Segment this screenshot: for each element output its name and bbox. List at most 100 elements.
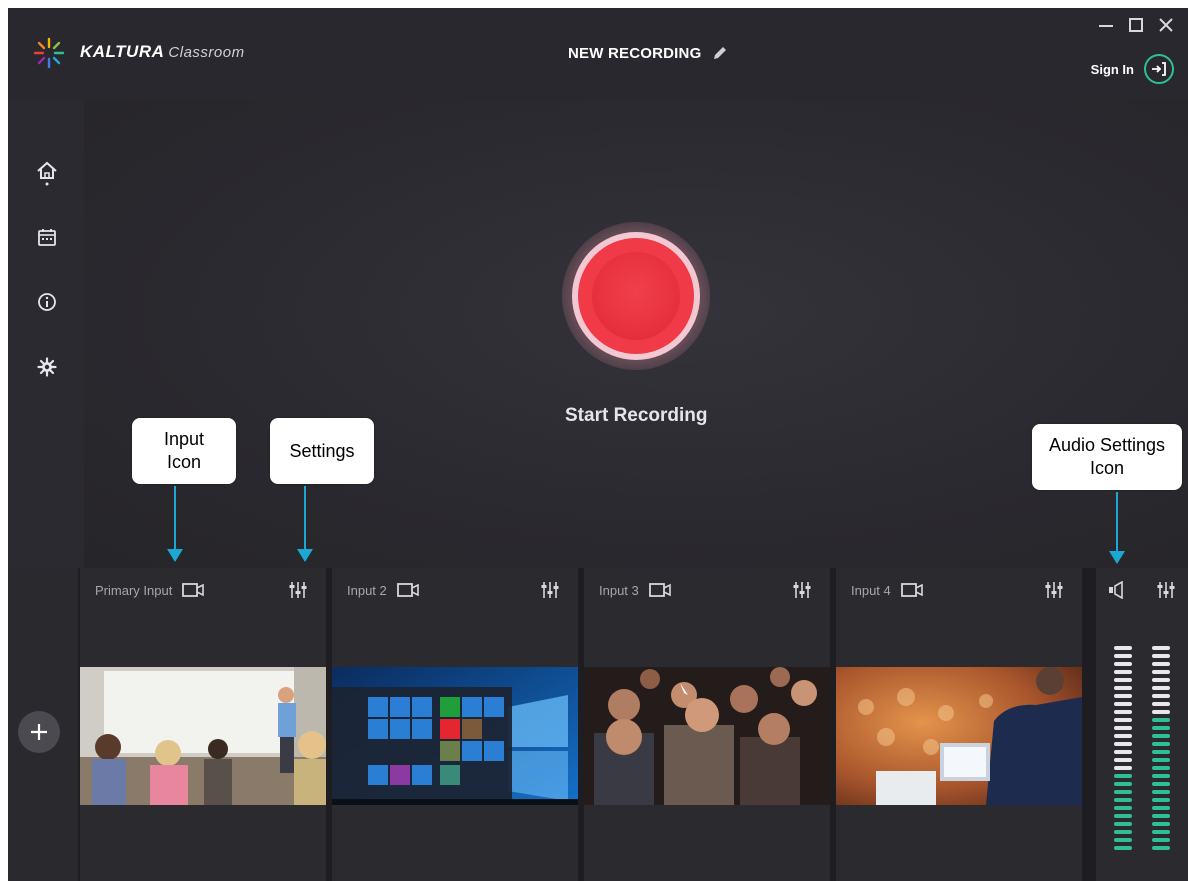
kaltura-classroom-window: KALTURAClassroom NEW RECORDING Sign In — [8, 8, 1188, 881]
meter-segment — [1152, 790, 1170, 794]
meter-segment — [1152, 742, 1170, 746]
meter-segment — [1152, 654, 1170, 658]
input-label: Input 2 — [347, 582, 387, 598]
video-camera-icon[interactable] — [900, 583, 923, 597]
maximize-icon[interactable] — [1128, 16, 1144, 34]
sidebar — [8, 100, 84, 570]
callout-settings: Settings — [270, 418, 374, 484]
meter-segment — [1114, 734, 1132, 738]
close-icon[interactable] — [1158, 16, 1174, 34]
start-recording-button[interactable] — [562, 222, 710, 370]
audience-preview-thumbnail — [584, 667, 830, 805]
meter-segment — [1114, 790, 1132, 794]
sidebar-item-settings[interactable] — [34, 354, 60, 380]
classroom-preview-thumbnail — [80, 667, 326, 805]
callout-audio-settings-text: Audio Settings Icon — [1048, 435, 1166, 478]
meter-segment — [1114, 774, 1132, 778]
meter-segment — [1114, 806, 1132, 810]
meter-segment — [1152, 806, 1170, 810]
meter-segment — [1114, 846, 1132, 850]
conference-preview-thumbnail — [836, 667, 1082, 805]
kaltura-logo-icon — [33, 37, 65, 69]
meter-segment — [1114, 782, 1132, 786]
add-input-button[interactable] — [18, 711, 60, 753]
input-label: Input 3 — [599, 582, 639, 598]
info-icon — [38, 293, 56, 311]
record-center — [592, 252, 680, 340]
meter-segment — [1152, 798, 1170, 802]
meter-segment — [1114, 662, 1132, 666]
minimize-icon[interactable] — [1098, 16, 1114, 34]
sidebar-item-schedule[interactable] — [34, 224, 60, 250]
meter-segment — [1152, 718, 1170, 722]
input-panel-primary: Primary Input — [80, 568, 326, 881]
meter-segment — [1114, 830, 1132, 834]
meter-segment — [1152, 694, 1170, 698]
meter-segment — [1114, 702, 1132, 706]
meter-segment — [1114, 766, 1132, 770]
callout-input-icon-arrow — [167, 486, 183, 562]
meter-segment — [1152, 726, 1170, 730]
sign-in-icon[interactable] — [1144, 54, 1174, 84]
audio-meter-right — [1152, 646, 1170, 854]
video-camera-icon[interactable] — [648, 583, 671, 597]
meter-segment — [1114, 814, 1132, 818]
meter-segment — [1152, 758, 1170, 762]
meter-segment — [1152, 822, 1170, 826]
input-panel-2: Input 2 — [332, 568, 578, 881]
app-brand: KALTURA Classroom — [80, 42, 245, 62]
plus-icon — [31, 724, 47, 740]
speaker-icon[interactable] — [1108, 581, 1128, 599]
callout-audio-settings-arrow — [1109, 492, 1125, 564]
meter-segment — [1114, 654, 1132, 658]
audio-settings-icon[interactable] — [1156, 581, 1176, 599]
sidebar-item-home[interactable] — [34, 160, 60, 186]
meter-segment — [1114, 798, 1132, 802]
meter-segment — [1114, 646, 1132, 650]
meter-segment — [1114, 750, 1132, 754]
meter-segment — [1152, 814, 1170, 818]
meter-segment — [1114, 758, 1132, 762]
sign-in-label: Sign In — [1090, 61, 1134, 77]
meter-segment — [1114, 838, 1132, 842]
callout-settings-text: Settings — [289, 440, 355, 461]
home-icon — [37, 161, 57, 186]
meter-segment — [1152, 710, 1170, 714]
meter-segment — [1152, 662, 1170, 666]
start-recording-label: Start Recording — [565, 405, 708, 426]
meter-segment — [1152, 830, 1170, 834]
meter-segment — [1152, 678, 1170, 682]
meter-segment — [1114, 686, 1132, 690]
pencil-icon[interactable] — [711, 44, 729, 62]
screen-share-preview-thumbnail — [332, 667, 578, 805]
recording-title[interactable]: NEW RECORDING — [568, 44, 729, 62]
meter-segment — [1152, 734, 1170, 738]
callout-input-icon: Input Icon — [132, 418, 236, 484]
settings-sliders-icon[interactable] — [792, 581, 812, 599]
meter-segment — [1114, 726, 1132, 730]
meter-segment — [1114, 742, 1132, 746]
inputs-strip: Primary Input Input 2 Input 3 Input 4 — [8, 568, 1188, 881]
meter-segment — [1114, 822, 1132, 826]
meter-segment — [1152, 846, 1170, 850]
input-label: Primary Input — [95, 582, 173, 598]
recording-title-text: NEW RECORDING — [568, 44, 702, 62]
sign-in[interactable]: Sign In — [1091, 54, 1174, 84]
input-panel-3: Input 3 — [584, 568, 830, 881]
sidebar-item-info[interactable] — [34, 289, 60, 315]
audio-panel — [1096, 568, 1188, 881]
video-camera-icon[interactable] — [396, 583, 419, 597]
meter-segment — [1152, 686, 1170, 690]
calendar-icon — [38, 229, 56, 246]
meter-segment — [1152, 702, 1170, 706]
meter-segment — [1114, 670, 1132, 674]
video-camera-icon[interactable] — [182, 583, 205, 597]
meter-segment — [1152, 670, 1170, 674]
input-panel-4: Input 4 — [836, 568, 1082, 881]
meter-segment — [1152, 782, 1170, 786]
window-controls — [1098, 16, 1174, 34]
settings-sliders-icon[interactable] — [288, 581, 308, 599]
meter-segment — [1114, 718, 1132, 722]
settings-sliders-icon[interactable] — [540, 581, 560, 599]
settings-sliders-icon[interactable] — [1044, 581, 1064, 599]
